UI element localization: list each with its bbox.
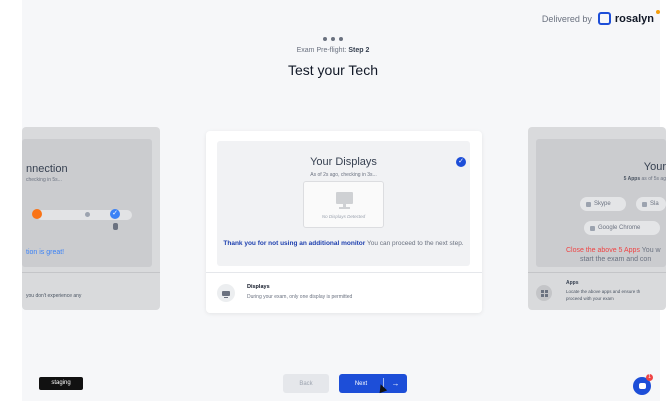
- app-icon: [642, 201, 647, 207]
- apps-card-panel: Your 5 Apps as of 5s ag Skype Sla Google…: [536, 139, 666, 267]
- displays-card: Your Displays As of 2s ago, checking in …: [206, 131, 482, 313]
- chat-badge: 1: [646, 374, 653, 381]
- connection-message: tion is great!: [26, 249, 65, 256]
- track-dot-icon: [85, 212, 90, 217]
- pin-icon: [113, 223, 118, 230]
- monitor-icon: [336, 192, 353, 204]
- displays-title: Your Displays: [310, 156, 377, 168]
- notification-dot-icon: [656, 10, 660, 14]
- displays-row-title: Displays: [247, 284, 270, 290]
- rosalyn-logo: rosalyn: [597, 12, 654, 25]
- display-preview-box: No Displays Detected: [303, 181, 384, 228]
- connection-card-footer: you don't experience any: [22, 272, 160, 310]
- step-dot: [323, 37, 327, 41]
- apps-card-subtitle: 5 Apps as of 5s ag: [623, 176, 666, 182]
- delivered-by-label: Delivered by: [541, 13, 592, 24]
- apps-row-title: Apps: [566, 280, 579, 286]
- connection-card-panel: nnection checking in 5s... ✓ tion is gre…: [22, 139, 152, 267]
- left-edge: [0, 0, 22, 401]
- brand-area: Delivered by rosalyn: [541, 10, 660, 25]
- apps-warning-line2: start the exam and con: [580, 256, 652, 263]
- logo-mark-icon: [597, 12, 611, 25]
- check-circle-icon: ✓: [456, 157, 466, 167]
- chat-bubble-icon: [638, 383, 646, 389]
- step-label: Exam Pre-flight: Step 2: [0, 47, 666, 54]
- next-button[interactable]: Next →: [339, 374, 407, 393]
- brand-name: rosalyn: [614, 12, 654, 25]
- displays-info-row: Displays During your exam, only one disp…: [206, 272, 482, 314]
- app-icon: [590, 225, 595, 231]
- displays-message-rest: You can proceed to the next step.: [365, 240, 464, 247]
- step-prefix: Exam Pre-flight:: [296, 47, 347, 54]
- app-icon: [586, 201, 591, 207]
- displays-card-panel: Your Displays As of 2s ago, checking in …: [217, 141, 470, 266]
- page-title: Test your Tech: [287, 62, 378, 78]
- app-pill-skype: Skype: [580, 197, 626, 211]
- apps-card[interactable]: Your 5 Apps as of 5s ag Skype Sla Google…: [528, 127, 666, 310]
- apps-grid-icon: [536, 285, 552, 301]
- connection-footer-text: you don't experience any: [26, 293, 82, 299]
- connection-subtitle: checking in 5s...: [26, 177, 62, 183]
- connection-card[interactable]: nnection checking in 5s... ✓ tion is gre…: [22, 127, 160, 310]
- step-number: Step 2: [348, 47, 370, 54]
- staging-badge: staging: [39, 377, 83, 390]
- apps-card-footer: Apps Locate the above apps and ensure th…: [528, 272, 666, 310]
- displays-message-bold: Thank you for not using an additional mo…: [223, 240, 366, 247]
- displays-row-desc: During your exam, only one display is pe…: [247, 294, 353, 300]
- displays-subtitle: As of 2s ago, checking in 3s...: [310, 172, 377, 178]
- apps-card-title: Your: [643, 161, 666, 173]
- displays-message: Thank you for not using an additional mo…: [217, 238, 470, 249]
- arrow-right-icon: →: [391, 379, 400, 388]
- display-icon: [217, 284, 235, 302]
- speed-marker-icon: [32, 209, 42, 219]
- step-dot: [331, 37, 335, 41]
- app-pill-chrome: Google Chrome: [584, 221, 660, 235]
- no-displays-label: No Displays Detected: [321, 214, 366, 219]
- check-icon: ✓: [110, 209, 120, 219]
- apps-row-desc: Locate the above apps and ensure th proce…: [566, 289, 641, 301]
- step-indicator: [323, 37, 343, 41]
- app-pill-slack: Sla: [636, 197, 666, 211]
- step-dot: [339, 37, 343, 41]
- connection-title: nnection: [26, 163, 68, 175]
- apps-warning: Close the above 5 Apps You w: [566, 247, 661, 254]
- back-button[interactable]: Back: [283, 374, 329, 393]
- monitor-base-icon: [339, 207, 350, 209]
